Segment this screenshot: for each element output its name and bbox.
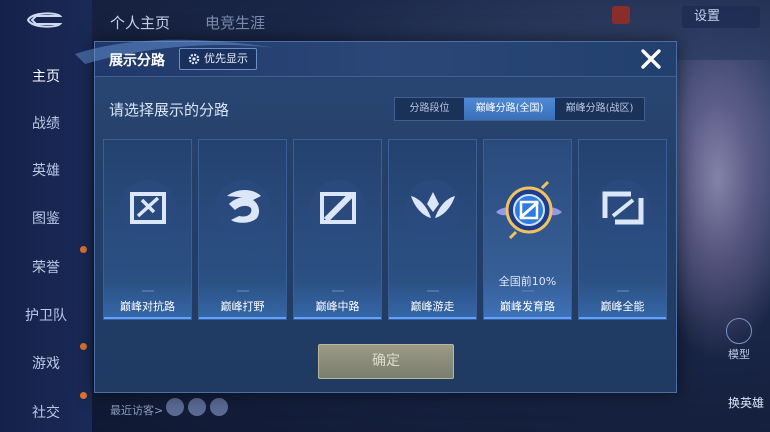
sidebar-item-heroes[interactable]: 英雄 (0, 160, 92, 180)
visitor-avatar[interactable] (210, 398, 228, 416)
sidebar-item-home[interactable]: 主页 (0, 66, 92, 86)
lane-card-farm[interactable]: 全国前10% 巅峰发育路 (483, 139, 572, 320)
model-button[interactable]: 模型 (724, 318, 754, 362)
back-arrow-icon[interactable] (22, 10, 64, 30)
priority-display-button[interactable]: 优先显示 (179, 48, 257, 70)
top-nav-profile[interactable]: 个人主页 (110, 12, 170, 33)
sidebar-item-honor[interactable]: 荣誉 (0, 257, 92, 277)
gear-icon (188, 53, 200, 65)
lane-card-label: 巅峰全能 (600, 300, 645, 313)
lane-rank-text: 全国前10% (498, 275, 557, 288)
confirm-button[interactable]: 确定 (318, 344, 454, 379)
lane-card-label: 巅峰游走 (410, 300, 455, 313)
dialog-title: 展示分路 (109, 53, 165, 69)
tab-peak-lane-region[interactable]: 巅峰分路(战区) (555, 98, 644, 120)
recent-visitor-avatars (166, 398, 232, 420)
lane-card-mid[interactable]: 巅峰中路 (293, 139, 382, 320)
sidebar-item-record[interactable]: 战绩 (0, 113, 92, 133)
roam-icon (405, 180, 461, 236)
settings-button[interactable]: 设置 (682, 6, 760, 28)
sidebar-item-social[interactable]: 社交 (0, 402, 92, 422)
dialog-subtitle: 请选择展示的分路 (109, 101, 230, 119)
mid-lane-icon (310, 180, 366, 236)
avatar[interactable] (612, 6, 630, 24)
lane-card-roam[interactable]: 巅峰游走 (388, 139, 477, 320)
card-divider (617, 290, 629, 292)
card-bottom-bar (104, 317, 191, 319)
top-nav-esports[interactable]: 电竞生涯 (205, 12, 265, 33)
lane-tabs: 分路段位 巅峰分路(全国) 巅峰分路(战区) (394, 97, 645, 121)
lane-card-label: 巅峰对抗路 (120, 300, 175, 313)
card-divider (332, 290, 344, 292)
notification-dot (80, 392, 87, 399)
card-divider (427, 290, 439, 292)
all-round-icon (595, 180, 651, 236)
display-lane-dialog: 展示分路 优先显示 请选择展示的分路 分路段位 巅峰分路(全国) 巅峰分路(战区… (75, 39, 677, 393)
card-divider (237, 290, 249, 292)
lane-card-label: 巅峰打野 (220, 300, 265, 313)
recent-visitors-label[interactable]: 最近访客> (110, 402, 163, 418)
lane-card-label: 巅峰中路 (315, 300, 360, 313)
priority-display-label: 优先显示 (204, 52, 248, 65)
card-bottom-bar (294, 317, 381, 319)
card-bottom-bar (199, 317, 286, 319)
lane-card-label: 巅峰发育路 (500, 300, 555, 313)
jungle-icon (215, 180, 271, 236)
clash-lane-icon (120, 180, 176, 236)
visitor-avatar[interactable] (188, 398, 206, 416)
card-bottom-bar (579, 317, 666, 319)
sidebar-item-codex[interactable]: 图鉴 (0, 208, 92, 228)
lane-card-all-round[interactable]: 巅峰全能 (578, 139, 667, 320)
card-bottom-bar (484, 317, 571, 319)
card-divider (142, 290, 154, 292)
visitor-avatar[interactable] (166, 398, 184, 416)
notification-dot (80, 343, 87, 350)
model-icon (726, 318, 752, 344)
notification-dot (80, 246, 87, 253)
model-label: 模型 (728, 348, 750, 361)
card-divider (522, 290, 534, 292)
swap-hero-button[interactable]: 换英雄 (728, 394, 764, 411)
sidebar-item-guard[interactable]: 护卫队 (0, 305, 92, 325)
sidebar-item-games[interactable]: 游戏 (0, 353, 92, 373)
farm-lane-badge-icon (496, 180, 562, 240)
lane-card-jungle[interactable]: 巅峰打野 (198, 139, 287, 320)
lane-card-list: 巅峰对抗路 巅峰打野 巅峰中路 巅峰游走 全国前10% 巅峰发育路 巅峰全能 (103, 139, 667, 320)
tab-lane-rank[interactable]: 分路段位 (395, 98, 464, 120)
lane-card-clash[interactable]: 巅峰对抗路 (103, 139, 192, 320)
card-bottom-bar (389, 317, 476, 319)
tab-peak-lane-national[interactable]: 巅峰分路(全国) (464, 98, 555, 120)
close-icon[interactable] (638, 46, 664, 72)
